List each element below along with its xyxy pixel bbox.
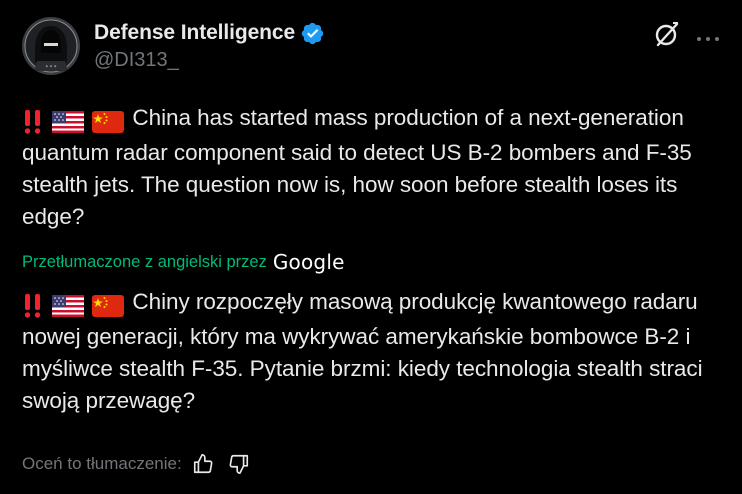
double-exclamation-icon: [24, 294, 41, 318]
thumbs-down-icon[interactable]: [228, 453, 250, 475]
display-name-row: Defense Intelligence: [94, 20, 325, 46]
more-dots-icon[interactable]: [696, 30, 720, 41]
rate-translation-row: Oceń to tłumaczenie:: [22, 452, 250, 476]
verified-badge-icon[interactable]: [300, 21, 325, 46]
rate-translation-label: Oceń to tłumaczenie:: [22, 454, 182, 473]
grok-icon[interactable]: [653, 20, 681, 48]
us-flag-icon: [52, 295, 85, 318]
tweet-text-translated: Chiny rozpoczęły masową produkcję kwanto…: [22, 286, 722, 417]
tweet-card: * * * Defense Intelligence @DI313_ China…: [0, 0, 742, 494]
svg-text:* * *: * * *: [46, 65, 57, 71]
author-handle[interactable]: @DI313_: [94, 49, 325, 72]
hooded-figure-icon: * * *: [22, 17, 80, 75]
translated-by-link[interactable]: Przetłumaczone z angielski przez: [22, 253, 267, 272]
translated-by-row: Przetłumaczone z angielski przez Google: [22, 248, 345, 276]
thumbs-up-icon[interactable]: [192, 453, 214, 475]
display-name[interactable]: Defense Intelligence: [94, 21, 295, 45]
author-block: Defense Intelligence @DI313_: [94, 20, 325, 72]
china-flag-icon: [92, 111, 125, 134]
china-flag-icon: [92, 295, 125, 318]
google-logo: Google: [272, 250, 345, 274]
us-flag-icon: [52, 111, 85, 134]
emoji-group: [22, 289, 126, 321]
tweet-text-original: China has started mass production of a n…: [22, 102, 722, 233]
emoji-group: [22, 105, 126, 137]
double-exclamation-icon: [24, 110, 41, 134]
avatar[interactable]: * * *: [22, 17, 80, 75]
